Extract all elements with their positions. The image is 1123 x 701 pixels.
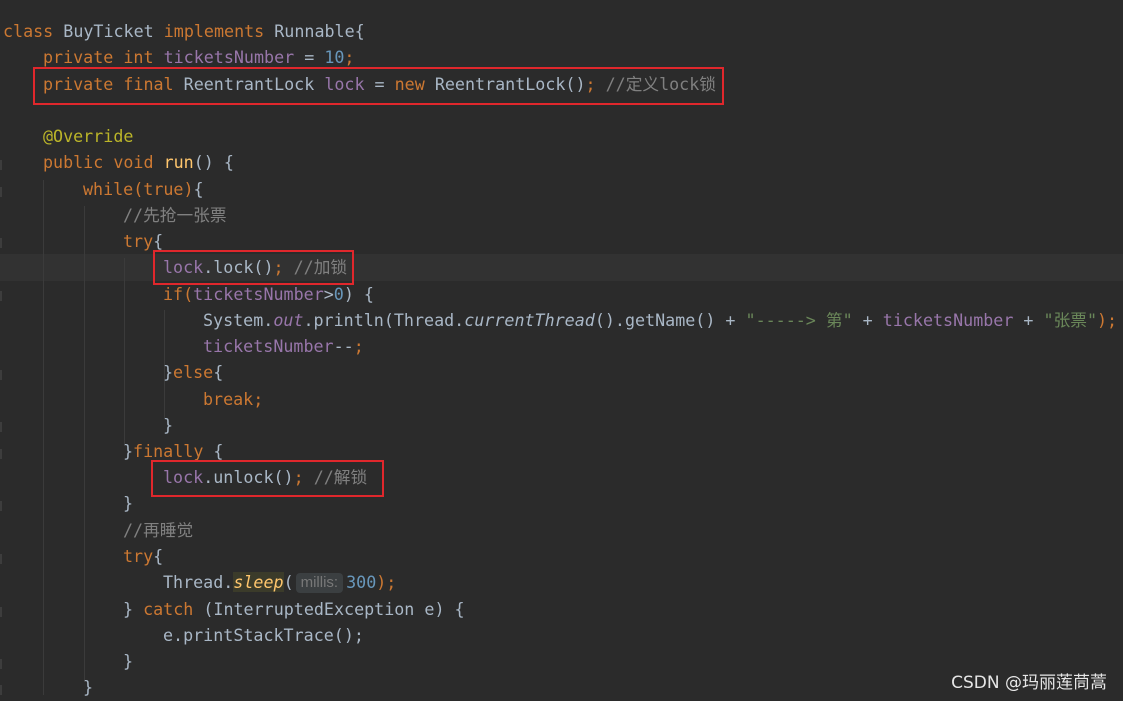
field-name: ticketsNumber: [882, 310, 1014, 330]
keyword: private int: [43, 47, 164, 67]
punctuation: {: [153, 546, 164, 566]
keyword: public void: [43, 152, 164, 172]
indent-guide: [124, 258, 125, 446]
fold-marker[interactable]: [0, 370, 2, 380]
annotation: @Override: [43, 126, 134, 146]
code-line[interactable]: Thread.sleep(millis: 300);: [163, 569, 396, 595]
class-ref: Thread.: [163, 572, 234, 592]
code-line[interactable]: class BuyTicket implements Runnable{: [3, 18, 365, 44]
string-literal: "-----> 第": [745, 310, 853, 330]
keyword: catch: [143, 599, 194, 619]
code-line[interactable]: }else{: [163, 359, 223, 385]
number-literal: 0: [333, 284, 344, 304]
fold-marker[interactable]: [0, 501, 2, 511]
method-name: run: [163, 152, 194, 172]
code-line[interactable]: }: [123, 648, 133, 674]
method-call: e.printStackTrace();: [163, 625, 364, 645]
fold-marker[interactable]: [0, 449, 2, 459]
code-line[interactable]: break;: [203, 386, 263, 412]
semicolon: ;: [344, 47, 355, 67]
brace: }: [123, 441, 134, 461]
keyword: try: [123, 231, 154, 251]
keyword: while(true): [83, 179, 194, 199]
fold-marker[interactable]: [0, 685, 2, 695]
field-name: ticketsNumber: [193, 284, 324, 304]
highlight-box: [33, 67, 724, 105]
punctuation: () {: [193, 152, 234, 172]
method-call: ().getName() +: [594, 310, 746, 330]
field-name: ticketsNumber: [203, 336, 334, 356]
field-name: ticketsNumber: [163, 47, 295, 67]
operator: +: [852, 310, 883, 330]
highlight-box: [151, 460, 384, 497]
code-line[interactable]: } catch (InterruptedException e) {: [123, 596, 465, 622]
fold-marker[interactable]: [0, 160, 2, 170]
static-field: out: [273, 310, 304, 330]
indent-guide: [84, 206, 85, 682]
highlight-box: [153, 250, 354, 285]
code-line[interactable]: try{: [123, 543, 163, 569]
keyword: else: [173, 362, 214, 382]
comment: //先抢一张票: [123, 205, 227, 225]
fold-marker[interactable]: [0, 422, 2, 432]
punctuation: (: [283, 572, 294, 592]
brace: }: [123, 651, 134, 671]
code-line[interactable]: }: [83, 674, 93, 700]
keyword: implements: [163, 21, 265, 41]
punctuation: {: [193, 179, 204, 199]
code-line[interactable]: //再睡觉: [123, 517, 193, 543]
keyword: class: [3, 21, 54, 41]
operator: =: [294, 47, 325, 67]
keyword: if(: [163, 284, 194, 304]
class-name: BuyTicket: [53, 21, 164, 41]
operator: >: [323, 284, 334, 304]
punctuation: );: [376, 572, 397, 592]
brace: }: [83, 677, 94, 697]
code-line[interactable]: ticketsNumber--;: [203, 333, 364, 359]
punctuation: );: [1097, 310, 1118, 330]
method-call: .println(Thread.: [303, 310, 465, 330]
indent-guide: [43, 180, 44, 695]
fold-marker[interactable]: [0, 659, 2, 669]
static-method: sleep: [233, 572, 284, 592]
static-method: currentThread: [464, 310, 595, 330]
fold-marker[interactable]: [0, 187, 2, 197]
operator: --: [333, 336, 354, 356]
interface-name: Runnable{: [264, 21, 365, 41]
fold-marker[interactable]: [0, 554, 2, 564]
code-line[interactable]: }: [123, 490, 133, 516]
keyword: finally: [133, 441, 204, 461]
punctuation: {: [213, 362, 224, 382]
fold-marker[interactable]: [0, 607, 2, 617]
brace: }: [123, 599, 144, 619]
number-literal: 10: [324, 47, 345, 67]
parameter-hint: millis:: [295, 573, 344, 593]
class-ref: System.: [203, 310, 274, 330]
fold-marker[interactable]: [0, 238, 2, 248]
string-literal: "张票": [1043, 310, 1097, 330]
code-line[interactable]: while(true){: [83, 176, 204, 202]
keyword: try: [123, 546, 154, 566]
keyword: break;: [203, 389, 264, 409]
code-line[interactable]: public void run() {: [43, 149, 234, 175]
punctuation: {: [203, 441, 224, 461]
punctuation: {: [153, 231, 164, 251]
code-line[interactable]: }: [163, 412, 173, 438]
comment: //再睡觉: [123, 520, 194, 540]
code-line[interactable]: //先抢一张票: [123, 202, 227, 228]
brace: }: [123, 493, 134, 513]
number-literal: 300: [346, 572, 377, 592]
fold-marker[interactable]: [0, 291, 2, 301]
watermark: CSDN @玛丽莲茼蒿: [951, 673, 1107, 693]
punctuation: (InterruptedException e) {: [193, 599, 465, 619]
operator: +: [1013, 310, 1044, 330]
code-editor[interactable]: class BuyTicket implements Runnable{ pri…: [0, 0, 1123, 701]
semicolon: ;: [353, 336, 364, 356]
code-line[interactable]: @Override: [43, 123, 133, 149]
punctuation: ) {: [343, 284, 374, 304]
code-line[interactable]: e.printStackTrace();: [163, 622, 364, 648]
brace: }: [163, 415, 174, 435]
code-line[interactable]: System.out.println(Thread.currentThread(…: [203, 307, 1117, 333]
brace: }: [163, 362, 174, 382]
